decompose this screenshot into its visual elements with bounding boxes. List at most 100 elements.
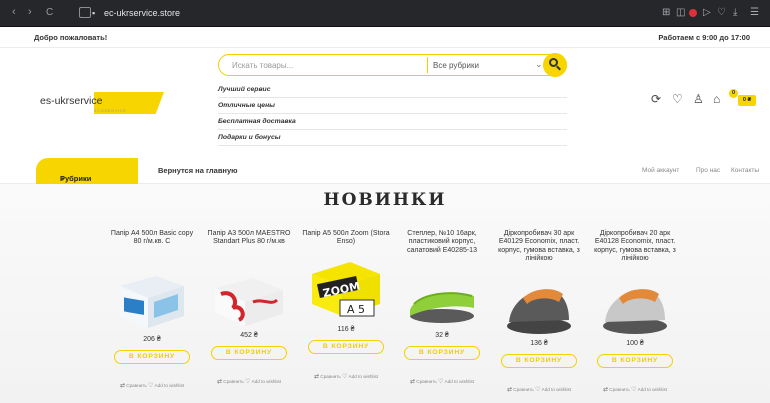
compare-icon[interactable]: ⇄ bbox=[120, 383, 125, 389]
add-to-cart-button[interactable]: В КОРЗИНУ bbox=[114, 350, 190, 364]
chevron-down-icon[interactable]: ⌄ bbox=[535, 59, 543, 70]
header-actions: ⟳ ♡ ♙ ⌂ 0 0 ₴ bbox=[647, 89, 757, 112]
rubrics-text: Рубрики bbox=[60, 174, 92, 183]
working-hours: Работаем с 9:00 до 17:00 bbox=[658, 33, 750, 42]
perk-item: Подарки и бонусы bbox=[218, 130, 567, 146]
product-price: 100 ₴ bbox=[626, 340, 644, 347]
welcome-text: Добро пожаловать! bbox=[34, 33, 108, 42]
product-card[interactable]: Папір А4 500л Basic copy 80 г/м.кв. С 20… bbox=[111, 230, 193, 403]
logo-subtext: ECOSERVICE bbox=[94, 109, 127, 113]
compare-link[interactable]: Сравнить bbox=[609, 387, 629, 392]
wishlist-link[interactable]: Add to wishlist bbox=[445, 379, 474, 384]
search-button[interactable] bbox=[543, 53, 567, 77]
search-bar: Искать товары... Все рубрики ⌄ bbox=[218, 54, 567, 76]
wishlist-link[interactable]: Add to wishlist bbox=[252, 379, 281, 384]
perk-item: Лучший сервис bbox=[218, 82, 567, 98]
category-select[interactable]: Все рубрики bbox=[433, 61, 479, 70]
play-icon[interactable]: ▷ bbox=[703, 7, 711, 18]
back-home-link[interactable]: Вернутся на главную bbox=[158, 166, 238, 175]
cart-total[interactable]: 0 ₴ bbox=[738, 95, 756, 106]
product-image[interactable] bbox=[503, 272, 575, 338]
vpn-icon[interactable] bbox=[79, 7, 91, 18]
compare-link[interactable]: Сравнить bbox=[320, 374, 340, 379]
perks-list: Лучший сервис Отличные цены Бесплатная д… bbox=[218, 82, 567, 146]
heart-icon[interactable]: ♡ bbox=[148, 383, 153, 389]
search-input[interactable]: Искать товары... bbox=[232, 61, 293, 70]
section-title: НОВИНКИ bbox=[323, 190, 447, 210]
contacts-link[interactable]: Контакты bbox=[731, 167, 759, 174]
product-price: 136 ₴ bbox=[530, 340, 548, 347]
account-link[interactable]: Мой аккаунт bbox=[642, 167, 679, 174]
compare-icon[interactable]: ⇄ bbox=[410, 379, 415, 385]
cart-count-badge: 0 bbox=[729, 89, 738, 98]
product-card[interactable]: Діркопробивач 20 арк E40128 Economix, пл… bbox=[594, 230, 676, 403]
product-image[interactable] bbox=[406, 264, 478, 330]
about-link[interactable]: Про нас bbox=[696, 167, 720, 174]
product-image[interactable] bbox=[599, 272, 671, 338]
heart-icon[interactable]: ♡ bbox=[438, 379, 443, 385]
rubrics-button[interactable]: » Рубрики bbox=[36, 158, 138, 184]
heart-icon[interactable]: ♡ bbox=[717, 7, 726, 18]
product-meta: ⇄ Сравнить ♡ Add to wishlist bbox=[595, 386, 675, 393]
product-image[interactable] bbox=[213, 264, 285, 330]
product-meta: ⇄ Сравнить ♡ Add to wishlist bbox=[209, 378, 289, 385]
product-title[interactable]: Діркопробивач 20 арк E40128 Economix, пл… bbox=[591, 230, 679, 264]
compare-icon[interactable]: ⇄ bbox=[507, 387, 512, 393]
heart-icon[interactable]: ♡ bbox=[535, 387, 540, 393]
product-title[interactable]: Папір А3 500л MAESTRO Standart Plus 80 г… bbox=[205, 230, 293, 247]
site-logo[interactable]: es-ukrservice ECOSERVICE bbox=[30, 90, 164, 118]
product-image[interactable] bbox=[116, 264, 188, 330]
add-to-cart-button[interactable]: В КОРЗИНУ bbox=[211, 346, 287, 360]
search-divider bbox=[427, 57, 428, 73]
wishlist-link[interactable]: Add to wishlist bbox=[638, 387, 667, 392]
extensions-icon[interactable]: ⊞ bbox=[662, 7, 670, 18]
wishlist-link[interactable]: Add to wishlist bbox=[349, 374, 378, 379]
product-price: 452 ₴ bbox=[240, 332, 258, 339]
record-icon[interactable] bbox=[689, 9, 697, 17]
menu-icon[interactable]: ☰ bbox=[750, 7, 759, 18]
compare-link[interactable]: Сравнить bbox=[416, 379, 436, 384]
add-to-cart-button[interactable]: В КОРЗИНУ bbox=[597, 354, 673, 368]
browser-toolbar: ‹ › C ▪ ec-ukrservice.store ⊞ ◫ ▷ ♡ ⤓ ☰ bbox=[0, 0, 770, 27]
wishlist-link[interactable]: Add to wishlist bbox=[542, 387, 571, 392]
compare-icon[interactable]: ⇄ bbox=[603, 387, 608, 393]
compare-icon[interactable]: ⇄ bbox=[217, 379, 222, 385]
heart-icon[interactable]: ♡ bbox=[342, 374, 347, 380]
account-icon[interactable]: ♙ bbox=[693, 92, 704, 106]
heart-icon[interactable]: ♡ bbox=[631, 387, 636, 393]
product-card[interactable]: Папір А5 500л Zoom (Stora Enso) ZOOM A 5… bbox=[302, 230, 389, 403]
product-meta: ⇄ Сравнить ♡ Add to wishlist bbox=[499, 386, 579, 393]
camera-icon[interactable]: ◫ bbox=[676, 7, 685, 18]
add-to-cart-button[interactable]: В КОРЗИНУ bbox=[308, 340, 384, 354]
forward-icon[interactable]: › bbox=[28, 6, 32, 18]
download-icon[interactable]: ⤓ bbox=[733, 7, 737, 18]
product-card[interactable]: Папір А3 500л MAESTRO Standart Plus 80 г… bbox=[208, 230, 291, 403]
back-icon[interactable]: ‹ bbox=[12, 6, 16, 18]
heart-icon[interactable]: ♡ bbox=[245, 379, 250, 385]
a5-box-text: A 5 bbox=[347, 303, 365, 316]
product-price: 116 ₴ bbox=[337, 326, 355, 333]
product-card[interactable]: Діркопробивач 30 арк E40129 Economix, пл… bbox=[498, 230, 580, 403]
product-meta: ⇄ Сравнить ♡ Add to wishlist bbox=[112, 382, 192, 389]
product-title[interactable]: Степлер, №10 16арк, пластиковий корпус, … bbox=[398, 230, 486, 255]
product-image[interactable]: ZOOM A 5 bbox=[310, 256, 382, 322]
compare-link[interactable]: Сравнить bbox=[223, 379, 243, 384]
product-card[interactable]: Степлер, №10 16арк, пластиковий корпус, … bbox=[402, 230, 482, 403]
address-bar[interactable]: ec-ukrservice.store bbox=[104, 8, 180, 18]
wishlist-link[interactable]: Add to wishlist bbox=[155, 383, 184, 388]
compare-link[interactable]: Сравнить bbox=[513, 387, 533, 392]
reload-icon[interactable]: C bbox=[46, 7, 53, 18]
add-to-cart-button[interactable]: В КОРЗИНУ bbox=[501, 354, 577, 368]
compare-link[interactable]: Сравнить bbox=[126, 383, 146, 388]
product-title[interactable]: Папір А4 500л Basic copy 80 г/м.кв. С bbox=[108, 230, 196, 247]
product-title[interactable]: Діркопробивач 30 арк E40129 Economix, пл… bbox=[495, 230, 583, 264]
compare-icon[interactable]: ⟳ bbox=[651, 92, 661, 106]
top-info-bar: Добро пожаловать! Работаем с 9:00 до 17:… bbox=[0, 27, 770, 48]
add-to-cart-button[interactable]: В КОРЗИНУ bbox=[404, 346, 480, 360]
wishlist-icon[interactable]: ♡ bbox=[672, 92, 683, 106]
compare-icon[interactable]: ⇄ bbox=[314, 374, 319, 380]
product-price: 206 ₴ bbox=[143, 336, 161, 343]
product-title[interactable]: Папір А5 500л Zoom (Stora Enso) bbox=[302, 230, 390, 247]
cart-icon[interactable]: ⌂ bbox=[713, 92, 720, 106]
perk-item: Бесплатная доставка bbox=[218, 114, 567, 130]
